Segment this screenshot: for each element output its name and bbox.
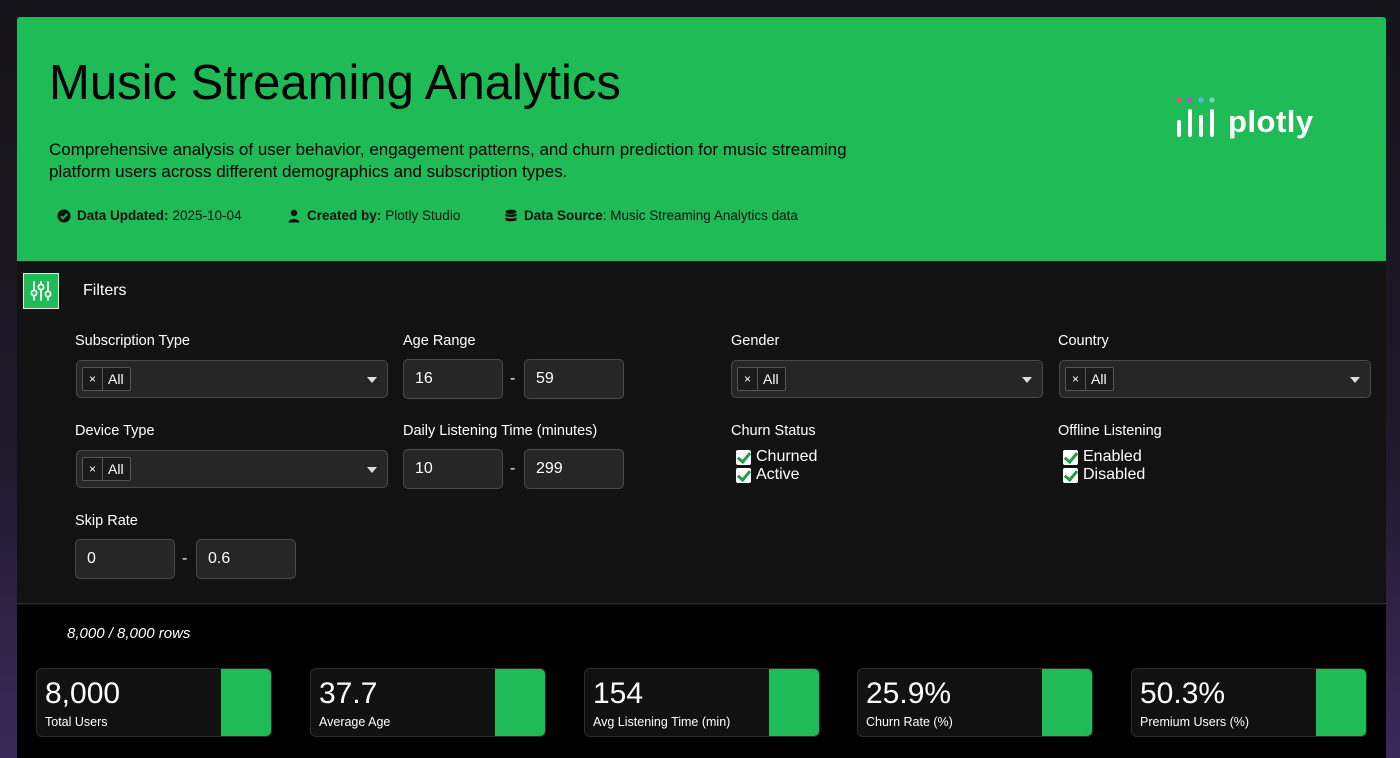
kpi-accent-bar <box>495 669 545 736</box>
kpi-card-premium-users: 50.3% Premium Users (%) <box>1131 668 1367 737</box>
row-count: 8,000 / 8,000 rows <box>67 625 191 642</box>
offline-listening-label: Offline Listening <box>1058 423 1162 439</box>
kpi-value: 25.9% <box>866 677 952 710</box>
country-dropdown[interactable]: × All <box>1059 360 1371 398</box>
kpi-accent-bar <box>221 669 271 736</box>
kpi-value: 8,000 <box>45 677 121 710</box>
plotly-bars-icon <box>1176 97 1215 137</box>
kpi-accent-bar <box>1042 669 1092 736</box>
check-circle-icon <box>57 209 71 222</box>
listening-time-min-input[interactable] <box>403 449 503 489</box>
kpi-accent-bar <box>769 669 819 736</box>
sliders-icon <box>30 281 52 301</box>
page-subtitle: Comprehensive analysis of user behavior,… <box>49 140 847 181</box>
page-title: Music Streaming Analytics <box>49 56 621 110</box>
skip-rate-max-input[interactable] <box>196 539 296 579</box>
checkbox-checked-icon[interactable] <box>1063 467 1078 483</box>
chevron-down-icon[interactable] <box>1350 377 1360 383</box>
kpi-label: Average Age <box>319 715 391 729</box>
meta-created-value: Plotly Studio <box>385 208 461 223</box>
country-chip: × All <box>1065 367 1114 391</box>
plotly-logo: plotly <box>1175 97 1314 139</box>
checkbox-label: Disabled <box>1083 466 1146 483</box>
gender-label: Gender <box>731 333 780 349</box>
meta-updated-label: Data Updated: <box>77 208 169 223</box>
skip-rate-min-input[interactable] <box>75 539 175 579</box>
kpi-value: 154 <box>593 677 644 710</box>
checkbox-checked-icon[interactable] <box>1063 449 1078 465</box>
dashboard-app: Music Streaming Analytics Comprehensive … <box>17 17 1386 758</box>
kpi-label: Premium Users (%) <box>1140 715 1250 729</box>
kpi-label: Churn Rate (%) <box>866 715 953 729</box>
offline-enabled-checkbox[interactable]: Enabled <box>1063 448 1142 466</box>
range-separator: - <box>510 370 516 387</box>
filter-toggle-button[interactable] <box>23 273 59 309</box>
kpi-card-churn-rate: 25.9% Churn Rate (%) <box>857 668 1093 737</box>
checkbox-label: Enabled <box>1083 448 1142 465</box>
checkbox-label: Active <box>756 466 800 483</box>
churn-status-label: Churn Status <box>731 423 816 439</box>
header-banner: Music Streaming Analytics Comprehensive … <box>17 17 1386 261</box>
kpi-card-average-age: 37.7 Average Age <box>310 668 546 737</box>
chip-value: All <box>763 371 779 387</box>
subscription-type-dropdown[interactable]: × All <box>76 360 388 398</box>
kpi-card-avg-listening-time: 154 Avg Listening Time (min) <box>584 668 820 737</box>
device-type-chip: × All <box>82 457 131 481</box>
range-separator: - <box>182 550 188 567</box>
device-type-dropdown[interactable]: × All <box>76 450 388 488</box>
meta-updated-value: 2025-10-04 <box>172 208 242 223</box>
range-separator: - <box>510 460 516 477</box>
kpi-value: 37.7 <box>319 677 378 710</box>
offline-disabled-checkbox[interactable]: Disabled <box>1063 466 1145 484</box>
plotly-logo-text: plotly <box>1228 104 1314 139</box>
age-range-label: Age Range <box>403 333 476 349</box>
churn-churned-checkbox[interactable]: Churned <box>736 448 817 466</box>
kpi-card-total-users: 8,000 Total Users <box>36 668 272 737</box>
kpi-accent-bar <box>1316 669 1366 736</box>
database-icon <box>505 209 517 221</box>
meta-source: Data Source : Music Streaming Analytics … <box>504 208 798 223</box>
age-min-input[interactable] <box>403 359 503 399</box>
subscription-type-chip: × All <box>82 367 131 391</box>
chevron-down-icon[interactable] <box>367 377 377 383</box>
chip-remove-icon[interactable]: × <box>738 368 758 390</box>
meta-updated: Data Updated: 2025-10-04 <box>57 208 242 223</box>
gender-chip: × All <box>737 367 786 391</box>
listening-time-label: Daily Listening Time (minutes) <box>403 423 598 439</box>
meta-created-label: Created by: <box>307 208 382 223</box>
chip-remove-icon[interactable]: × <box>83 368 103 390</box>
age-max-input[interactable] <box>524 359 624 399</box>
country-label: Country <box>1058 333 1109 349</box>
checkbox-label: Churned <box>756 448 818 465</box>
filters-title: Filters <box>83 282 127 299</box>
device-type-label: Device Type <box>75 423 155 439</box>
churn-active-checkbox[interactable]: Active <box>736 466 800 484</box>
kpi-value: 50.3% <box>1140 677 1226 710</box>
subscription-type-label: Subscription Type <box>75 333 190 349</box>
checkbox-checked-icon[interactable] <box>736 467 751 483</box>
chevron-down-icon[interactable] <box>367 467 377 473</box>
chevron-down-icon[interactable] <box>1022 377 1032 383</box>
checkbox-checked-icon[interactable] <box>736 449 751 465</box>
kpi-label: Total Users <box>45 715 108 729</box>
chip-remove-icon[interactable]: × <box>83 458 103 480</box>
gender-dropdown[interactable]: × All <box>731 360 1043 398</box>
listening-time-max-input[interactable] <box>524 449 624 489</box>
chip-value: All <box>108 461 124 477</box>
kpi-label: Avg Listening Time (min) <box>593 715 731 729</box>
user-icon <box>288 209 300 222</box>
chip-value: All <box>108 371 124 387</box>
meta-created: Created by: Plotly Studio <box>287 208 460 223</box>
meta-source-label: Data Source <box>524 208 603 223</box>
chip-remove-icon[interactable]: × <box>1066 368 1086 390</box>
chip-value: All <box>1091 371 1107 387</box>
meta-source-value: : Music Streaming Analytics data <box>602 208 798 223</box>
skip-rate-label: Skip Rate <box>75 513 138 529</box>
